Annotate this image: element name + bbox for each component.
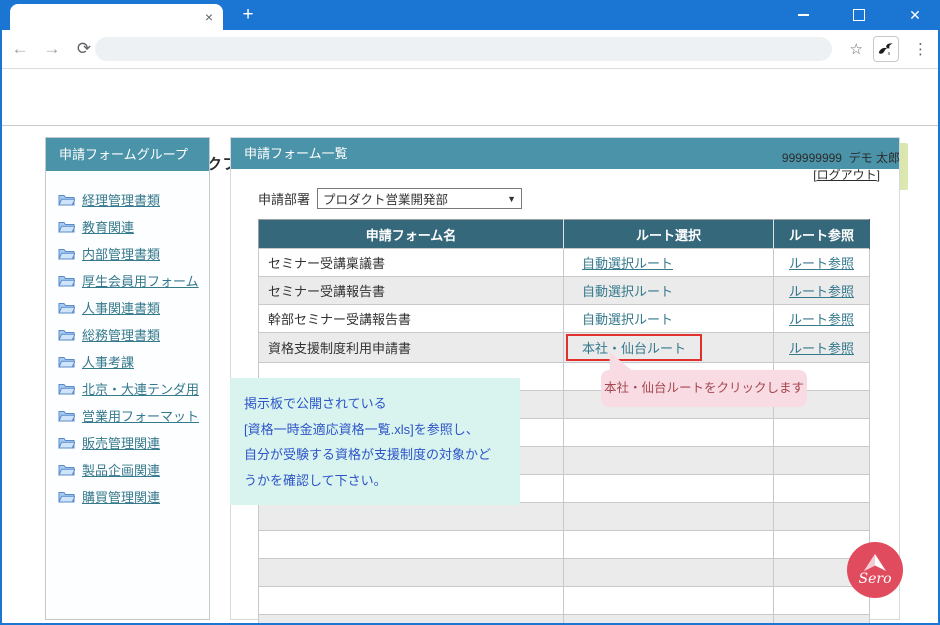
- sidebar-item-kobai[interactable]: 購買管理関連: [58, 483, 209, 510]
- route-ref-link[interactable]: ルート参照: [789, 312, 854, 327]
- tab-close-icon[interactable]: ×: [205, 9, 213, 25]
- new-tab-icon[interactable]: +: [236, 3, 260, 27]
- browser-toolbar: ← → ⟳ ☆ s ⋮: [0, 30, 940, 69]
- sidebar-title: 申請フォームグループ: [46, 138, 209, 171]
- sidebar-item-kyoiku[interactable]: 教育関連: [58, 213, 209, 240]
- url-input[interactable]: [95, 37, 832, 61]
- app-header: Time Krei ワークフロー TOP フォーム一覧 申請書一覧 申請書検索 …: [0, 68, 940, 126]
- logout-link[interactable]: [ログアウト]: [782, 167, 900, 184]
- highlight-red-box: 本社・仙台ルート: [566, 334, 702, 361]
- table-row-empty: [259, 503, 870, 531]
- back-icon[interactable]: ←: [10, 39, 30, 59]
- window-controls: ✕: [788, 0, 930, 30]
- forward-icon[interactable]: →: [42, 39, 62, 59]
- info-callout: 掲示板で公開されている [資格一時金適応資格一覧.xls]を参照し、 自分が受験…: [230, 378, 520, 505]
- col-header-route-select: ルート選択: [564, 220, 774, 249]
- sidebar-item-eigyo[interactable]: 営業用フォーマット: [58, 402, 209, 429]
- department-label: 申請部署: [258, 189, 310, 208]
- refresh-icon[interactable]: ⟳: [74, 39, 94, 59]
- minimize-icon[interactable]: [788, 0, 818, 30]
- avatar-bird-icon: s: [877, 42, 895, 56]
- chevron-down-icon: ▼: [507, 194, 521, 204]
- user-info: 999999999 デモ 太郎 [ログアウト]: [782, 150, 900, 184]
- folder-icon: [58, 355, 75, 368]
- sidebar-item-kosei[interactable]: 厚生会員用フォーム: [58, 267, 209, 294]
- sero-label: Sero: [859, 571, 892, 587]
- table-row: セミナー受講稟議書 自動選択ルート ルート参照: [259, 249, 870, 277]
- folder-icon: [58, 193, 75, 206]
- folder-icon: [58, 382, 75, 395]
- sidebar-item-naibu[interactable]: 内部管理書類: [58, 240, 209, 267]
- sidebar-item-seihin[interactable]: 製品企画関連: [58, 456, 209, 483]
- route-ref-link[interactable]: ルート参照: [789, 341, 854, 356]
- route-ref-link[interactable]: ルート参照: [789, 284, 854, 299]
- browser-titlebar: × + ✕: [0, 0, 940, 30]
- form-group-sidebar: 申請フォームグループ 経理管理書類 教育関連 内部管理書類 厚生会員用フォーム …: [45, 137, 210, 620]
- form-name: セミナー受講稟議書: [259, 249, 564, 277]
- bookmark-star-icon[interactable]: ☆: [850, 40, 863, 58]
- route-select-link[interactable]: 自動選択ルート: [582, 256, 673, 271]
- user-id-name: 999999999 デモ 太郎: [782, 150, 900, 167]
- sidebar-item-keiri[interactable]: 経理管理書類: [58, 186, 209, 213]
- folder-icon: [58, 463, 75, 476]
- table-row: 幹部セミナー受講報告書 自動選択ルート ルート参照: [259, 305, 870, 333]
- form-name: 資格支援制度利用申請書: [259, 333, 564, 363]
- sero-scroll-top-button[interactable]: Sero: [847, 542, 903, 598]
- form-name: セミナー受講報告書: [259, 277, 564, 305]
- folder-icon: [58, 436, 75, 449]
- folder-icon: [58, 409, 75, 422]
- folder-icon: [58, 247, 75, 260]
- col-header-form-name: 申請フォーム名: [259, 220, 564, 249]
- click-instruction-callout: 本社・仙台ルートをクリックします: [601, 370, 807, 407]
- folder-icon: [58, 490, 75, 503]
- close-window-icon[interactable]: ✕: [900, 0, 930, 30]
- table-row-empty: [259, 615, 870, 625]
- sidebar-item-pekin[interactable]: 北京・大連テンダ用: [58, 375, 209, 402]
- sidebar-list: 経理管理書類 教育関連 内部管理書類 厚生会員用フォーム 人事関連書類 総務管理…: [46, 171, 209, 510]
- route-select-link-honsha-sendai[interactable]: 本社・仙台ルート: [582, 341, 686, 356]
- browser-window: × + ✕ ← → ⟳ ☆ s ⋮: [0, 0, 940, 625]
- folder-icon: [58, 220, 75, 233]
- sidebar-item-jinji-koka[interactable]: 人事考課: [58, 348, 209, 375]
- folder-icon: [58, 301, 75, 314]
- menu-dots-icon[interactable]: ⋮: [909, 40, 932, 58]
- department-select[interactable]: プロダクト営業開発部 ▼: [317, 188, 522, 209]
- route-select-link[interactable]: 自動選択ルート: [582, 312, 673, 327]
- table-header-row: 申請フォーム名 ルート選択 ルート参照: [259, 220, 870, 249]
- table-row-empty: [259, 559, 870, 587]
- sidebar-item-somu[interactable]: 総務管理書類: [58, 321, 209, 348]
- svg-text:s: s: [888, 50, 891, 56]
- table-row-empty: [259, 587, 870, 615]
- route-select-link[interactable]: 自動選択ルート: [582, 284, 673, 299]
- sidebar-item-jinji-kanren[interactable]: 人事関連書類: [58, 294, 209, 321]
- col-header-route-ref: ルート参照: [774, 220, 870, 249]
- browser-tab[interactable]: ×: [10, 4, 223, 30]
- route-ref-link[interactable]: ルート参照: [789, 256, 854, 271]
- table-row: 資格支援制度利用申請書 本社・仙台ルート ルート参照: [259, 333, 870, 363]
- table-row-empty: [259, 531, 870, 559]
- profile-avatar[interactable]: s: [873, 36, 899, 62]
- folder-icon: [58, 274, 75, 287]
- table-row: セミナー受講報告書 自動選択ルート ルート参照: [259, 277, 870, 305]
- sidebar-item-hanbai[interactable]: 販売管理関連: [58, 429, 209, 456]
- department-selected-value: プロダクト営業開発部: [323, 189, 448, 208]
- form-name: 幹部セミナー受講報告書: [259, 305, 564, 333]
- maximize-icon[interactable]: [844, 0, 874, 30]
- folder-icon: [58, 328, 75, 341]
